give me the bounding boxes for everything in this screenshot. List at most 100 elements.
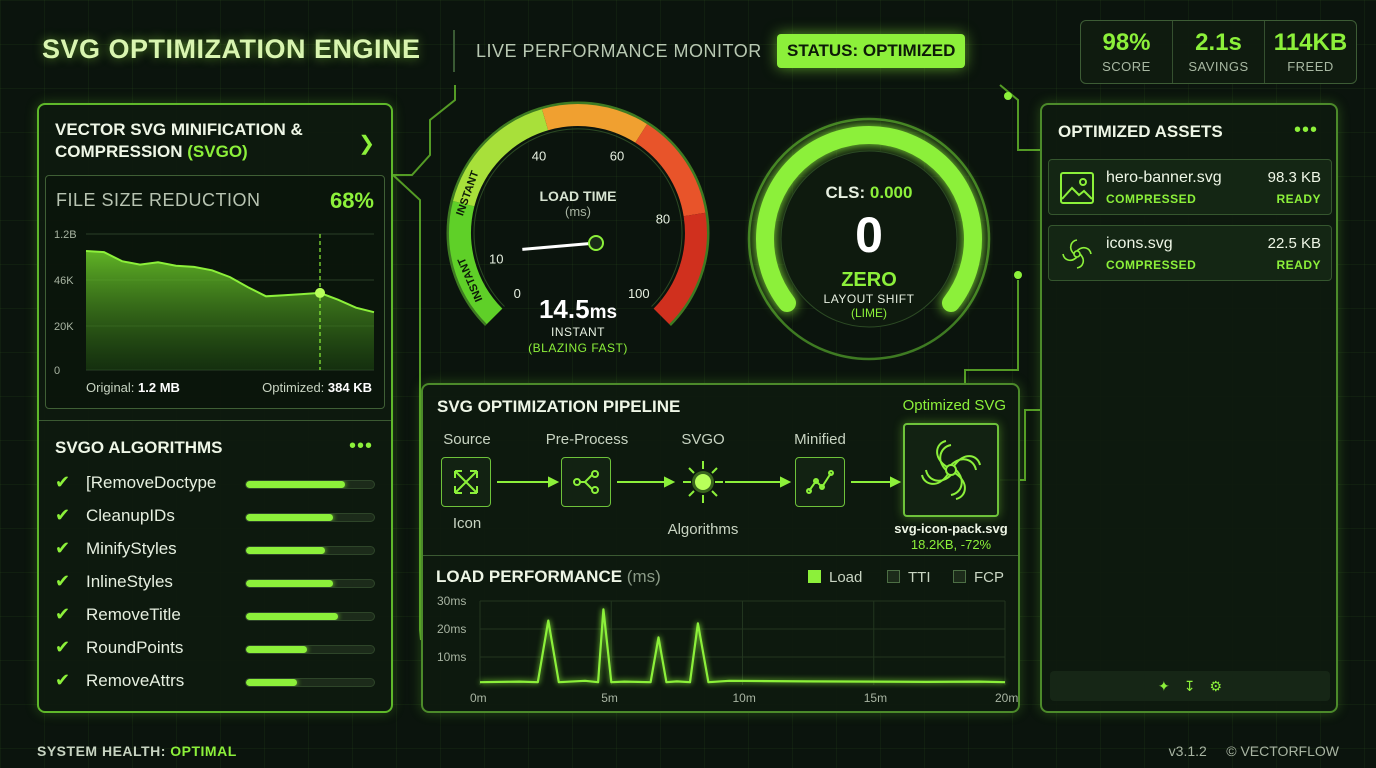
checkmark-icon: ✔ xyxy=(55,505,71,525)
pipeline-panel: SVG OPTIMIZATION PIPELINE Optimized SVG … xyxy=(421,383,1020,713)
svgo-title-line1: VECTOR SVG MINIFICATION & xyxy=(55,120,303,139)
legend-fcp-swatch xyxy=(953,570,966,583)
chevron-right-icon[interactable]: ❯ xyxy=(358,131,375,156)
algorithm-progress-fill xyxy=(246,481,345,488)
cls-title: CLS: xyxy=(825,183,866,202)
source-node[interactable] xyxy=(441,457,491,507)
x-tick-label: 20m xyxy=(995,691,1018,705)
stat-score-value: 98% xyxy=(1102,29,1151,56)
load-gauge-value: 14.5 xyxy=(538,294,590,324)
checkmark-icon: ✔ xyxy=(55,670,71,690)
system-health-value: OPTIMAL xyxy=(170,743,237,759)
algorithm-name: RemoveTitle xyxy=(86,605,181,624)
trend-line-icon xyxy=(806,470,834,494)
system-health-label: SYSTEM HEALTH: xyxy=(37,743,166,759)
cls-gauge-readout: CLS: 0.000 0 ZERO LAYOUT SHIFT (LIME) xyxy=(798,183,940,320)
download-icon[interactable]: ↧ xyxy=(1184,678,1196,695)
algorithm-name: MinifyStyles xyxy=(86,539,177,558)
legend-load[interactable]: Load xyxy=(808,569,862,586)
stat-freed-value: 114KB xyxy=(1273,29,1348,56)
algorithm-row[interactable]: ✔ RemoveAttrs xyxy=(55,667,377,700)
file-size-label: FILE SIZE REDUCTION xyxy=(56,190,261,210)
y-tick-label: 20K xyxy=(54,321,74,333)
assets-more-icon[interactable]: ••• xyxy=(1294,119,1318,142)
legend-fcp[interactable]: FCP xyxy=(953,569,1004,586)
legend-tti[interactable]: TTI xyxy=(887,569,931,586)
spiral-icon xyxy=(1062,239,1092,269)
optimized-size-value: 384 KB xyxy=(327,380,372,395)
stat-score-label: SCORE xyxy=(1102,59,1151,74)
load-gauge-value-unit: ms xyxy=(589,302,618,323)
load-gauge-unit: (ms) xyxy=(565,204,591,219)
algorithm-name: CleanupIDs xyxy=(86,506,175,525)
asset-row[interactable]: icons.svg COMPRESSED 22.5 KB READY xyxy=(1048,225,1332,281)
algorithm-row[interactable]: ✔ RoundPoints xyxy=(55,634,377,667)
load-performance-title-text: LOAD PERFORMANCE xyxy=(436,567,623,586)
app-title: SVG OPTIMIZATION ENGINE xyxy=(42,34,421,64)
more-options-icon[interactable]: ••• xyxy=(349,435,373,458)
gear-icon[interactable]: ⚙ xyxy=(1209,678,1222,695)
pipeline-source-sub: Icon xyxy=(452,515,482,532)
system-health: SYSTEM HEALTH: OPTIMAL xyxy=(37,743,237,759)
original-size-label: Original: xyxy=(86,380,135,395)
algorithm-progress-fill xyxy=(246,679,298,686)
y-tick-label: 10ms xyxy=(437,650,466,664)
legend-tti-swatch xyxy=(887,570,900,583)
algorithm-name: RoundPoints xyxy=(86,638,184,657)
header-subtitle: LIVE PERFORMANCE MONITOR xyxy=(476,41,762,61)
stat-savings-value: 2.1s xyxy=(1195,29,1242,56)
version-label: v3.1.2 xyxy=(1168,743,1207,759)
algorithm-row[interactable]: ✔ RemoveTitle xyxy=(55,601,377,634)
spiral-icon xyxy=(921,440,981,500)
sun-node-icon xyxy=(683,461,723,503)
algorithm-row[interactable]: ✔ [RemoveDoctype xyxy=(55,469,377,502)
x-tick-label: 10m xyxy=(733,691,756,705)
asset-row[interactable]: hero-banner.svg COMPRESSED 98.3 KB READY xyxy=(1048,159,1332,215)
algorithms-list: ✔ [RemoveDoctype ✔ CleanupIDs ✔ MinifyStyles ✔… xyxy=(55,469,377,700)
optimized-assets-panel: OPTIMIZED ASSETS ••• hero-banner.svg COM… xyxy=(1040,103,1338,713)
asset-ready: READY xyxy=(1276,258,1321,272)
image-icon xyxy=(1060,172,1094,204)
copyright-label: © VECTORFLOW xyxy=(1226,743,1339,759)
gauge-tick-label: 60 xyxy=(610,148,624,163)
branch-icon xyxy=(573,470,599,494)
output-stats: 18.2KB, -72% xyxy=(910,537,992,552)
original-size-value: 1.2 MB xyxy=(138,380,180,395)
network-icon[interactable]: ✦ xyxy=(1158,678,1170,695)
original-size: Original: 1.2 MB xyxy=(86,380,180,395)
algorithm-row[interactable]: ✔ InlineStyles xyxy=(55,568,377,601)
stat-score: 98% SCORE xyxy=(1081,21,1173,83)
algorithm-progress-fill xyxy=(246,580,334,587)
expand-arrows-icon xyxy=(454,470,478,494)
asset-status: COMPRESSED xyxy=(1106,192,1197,206)
stats-box: 98% SCORE 2.1s SAVINGS 114KB FREED xyxy=(1080,20,1357,84)
assets-title: OPTIMIZED ASSETS xyxy=(1058,122,1223,141)
pipeline-step-preprocess: Pre-Process xyxy=(545,431,629,448)
y-tick-label: 0 xyxy=(54,365,60,377)
algorithm-progress-bar xyxy=(245,579,375,588)
load-gauge-sublabel: (BLAZING FAST) xyxy=(528,341,628,355)
svgo-title-accent: (SVGO) xyxy=(187,142,248,161)
algorithm-progress-bar xyxy=(245,678,375,687)
gauge-tick-label: 40 xyxy=(532,148,546,163)
asset-size: 22.5 KB xyxy=(1267,235,1321,252)
algorithm-row[interactable]: ✔ MinifyStyles xyxy=(55,535,377,568)
algorithm-row[interactable]: ✔ CleanupIDs xyxy=(55,502,377,535)
legend-load-label: Load xyxy=(829,569,863,586)
asset-ready: READY xyxy=(1276,192,1321,206)
svgo-node[interactable] xyxy=(675,457,731,507)
pipeline-svgo-sub: Algorithms xyxy=(667,521,739,538)
asset-size: 98.3 KB xyxy=(1267,169,1321,186)
file-size-chart-card: FILE SIZE REDUCTION 68% 1.2B 46K 20K 0 Orig… xyxy=(45,175,385,409)
output-filename: svg-icon-pack.svg xyxy=(894,521,1008,536)
gauge-needle xyxy=(522,241,597,251)
optimized-svg-node[interactable] xyxy=(903,423,999,517)
marker-point xyxy=(315,287,325,298)
pipeline-step-svgo: SVGO xyxy=(681,431,725,448)
preprocess-node[interactable] xyxy=(561,457,611,507)
algorithm-progress-bar xyxy=(245,645,375,654)
gauge-needle-hub xyxy=(588,235,604,251)
gauge-tick-label: 80 xyxy=(656,212,670,227)
algorithm-progress-bar xyxy=(245,546,375,555)
minified-node[interactable] xyxy=(795,457,845,507)
